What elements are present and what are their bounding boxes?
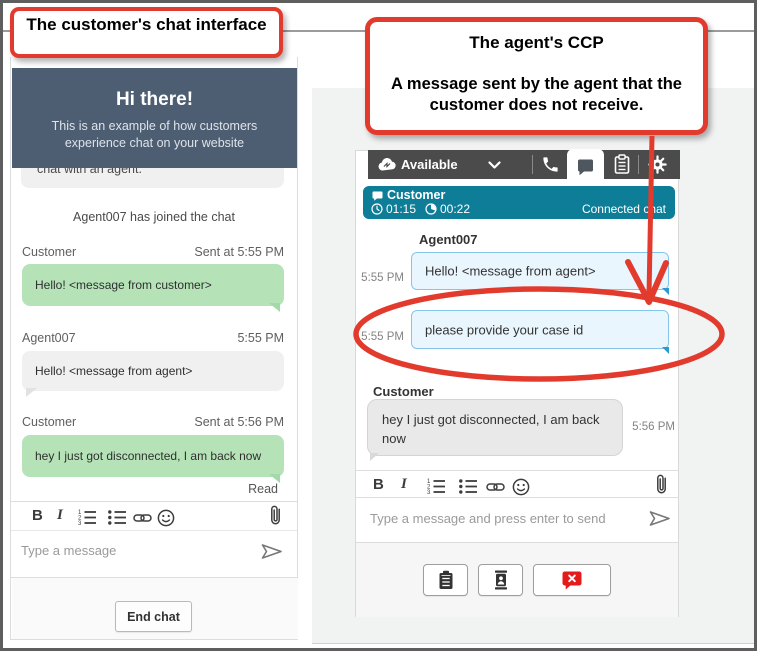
contact-card-icon bbox=[492, 570, 510, 590]
sender-label: Agent007 bbox=[22, 331, 76, 345]
screenshot-root: Hi there! This is an example of how cust… bbox=[0, 0, 757, 651]
annotation-text: The customer's chat interface bbox=[22, 14, 272, 35]
input-divider bbox=[11, 530, 297, 531]
tasks-tab-icon[interactable] bbox=[614, 154, 630, 174]
agent-status-label: Available bbox=[401, 157, 458, 172]
chat-bubble-icon bbox=[372, 191, 383, 201]
left-annotation-callout: The customer's chat interface bbox=[10, 7, 283, 58]
emoji-icon[interactable] bbox=[157, 509, 175, 527]
agent-ccp-panel: Available Customer 01:15 00:22 Connected… bbox=[355, 150, 679, 617]
end-chat-button[interactable] bbox=[533, 564, 611, 596]
sender-label: Customer bbox=[22, 415, 76, 429]
read-receipt: Read bbox=[22, 482, 278, 496]
scratchpad-button[interactable] bbox=[423, 564, 468, 596]
end-chat-icon bbox=[562, 571, 582, 590]
system-message: Agent007 has joined the chat bbox=[11, 210, 297, 224]
bullet-list-icon[interactable] bbox=[458, 478, 478, 495]
message-text: please provide your case id bbox=[425, 322, 583, 337]
annotation-body: A message sent by the agent that the cus… bbox=[386, 74, 688, 116]
contact-state-label: Connected chat bbox=[582, 202, 666, 216]
link-icon[interactable] bbox=[133, 513, 152, 523]
message-time: 5:55 PM bbox=[358, 272, 404, 284]
bold-button[interactable]: B bbox=[373, 476, 384, 493]
customer-message-bubble: Hello! <message from customer> bbox=[22, 264, 284, 306]
send-icon[interactable] bbox=[261, 544, 282, 559]
chat-tab-active[interactable] bbox=[567, 149, 604, 185]
clock-icon bbox=[371, 203, 383, 215]
contact-name: Customer bbox=[387, 188, 445, 202]
svg-text:3: 3 bbox=[78, 521, 82, 526]
total-timer: 01:15 bbox=[386, 202, 416, 216]
clipboard-icon bbox=[438, 570, 454, 590]
agent-message-bubble-undelivered: please provide your case id bbox=[411, 310, 669, 349]
link-icon[interactable] bbox=[486, 482, 505, 492]
message-meta-row: Customer Sent at 5:56 PM bbox=[22, 415, 284, 429]
customer-name-label: Customer bbox=[373, 384, 434, 399]
sent-time: Sent at 5:56 PM bbox=[194, 415, 284, 429]
bullet-list-icon[interactable] bbox=[107, 509, 127, 526]
svg-text:3: 3 bbox=[427, 490, 431, 495]
ordered-list-icon[interactable]: 123 bbox=[77, 509, 97, 526]
message-input-wrap bbox=[370, 503, 640, 533]
bold-button[interactable]: B bbox=[32, 507, 43, 524]
message-text: hey I just got disconnected, I am back n… bbox=[35, 449, 261, 463]
emoji-icon[interactable] bbox=[512, 478, 530, 496]
agent-message-bubble: Hello! <message from agent> bbox=[411, 252, 669, 290]
bubble-tail bbox=[269, 303, 280, 312]
connect-logo-icon bbox=[377, 157, 397, 172]
welcome-subtitle: This is an example of how customers expe… bbox=[34, 118, 275, 152]
attachment-icon[interactable] bbox=[655, 473, 668, 496]
customer-message-bubble: hey I just got disconnected, I am back n… bbox=[367, 399, 623, 456]
message-time: 5:55 PM bbox=[358, 331, 404, 343]
gear-icon[interactable] bbox=[648, 155, 667, 174]
right-bottom-line bbox=[312, 643, 754, 644]
state-timer: 00:22 bbox=[440, 202, 470, 216]
message-text: Hello! <message from customer> bbox=[35, 278, 212, 292]
annotation-title: The agent's CCP bbox=[370, 32, 703, 53]
input-divider bbox=[356, 497, 678, 498]
chat-bubble-icon bbox=[576, 158, 595, 176]
attachment-icon[interactable] bbox=[269, 504, 282, 527]
end-chat-button[interactable]: End chat bbox=[115, 601, 192, 632]
contact-banner[interactable]: Customer 01:15 00:22 Connected chat bbox=[363, 186, 675, 219]
topbar-divider bbox=[638, 155, 639, 174]
toolbar-divider bbox=[356, 470, 678, 471]
chevron-down-icon[interactable] bbox=[488, 161, 501, 169]
message-input-wrap bbox=[21, 536, 247, 564]
bubble-tail bbox=[662, 347, 669, 354]
message-input[interactable] bbox=[370, 503, 640, 533]
message-text: Hello! <message from agent> bbox=[425, 264, 596, 279]
bubble-tail bbox=[662, 288, 669, 295]
ccp-top-bar: Available bbox=[368, 150, 680, 179]
sent-time: Sent at 5:55 PM bbox=[194, 245, 284, 259]
sent-time: 5:55 PM bbox=[237, 331, 284, 345]
bubble-tail bbox=[370, 453, 379, 461]
message-meta-row: Agent007 5:55 PM bbox=[22, 331, 284, 345]
sender-label: Customer bbox=[22, 245, 76, 259]
ccp-footer bbox=[356, 542, 678, 617]
message-input[interactable] bbox=[21, 536, 247, 564]
customer-message-bubble: hey I just got disconnected, I am back n… bbox=[22, 435, 284, 477]
message-time: 5:56 PM bbox=[629, 421, 675, 433]
welcome-title: Hi there! bbox=[12, 89, 297, 111]
italic-button[interactable]: I bbox=[401, 476, 407, 493]
italic-button[interactable]: I bbox=[57, 507, 63, 524]
chat-welcome-header: Hi there! This is an example of how cust… bbox=[12, 68, 297, 168]
toolbar-divider bbox=[11, 501, 297, 502]
agent-name-label: Agent007 bbox=[419, 232, 478, 247]
phone-tab-icon[interactable] bbox=[541, 155, 560, 174]
message-text: Hello! <message from agent> bbox=[35, 364, 192, 378]
send-icon[interactable] bbox=[649, 511, 670, 526]
message-meta-row: Customer Sent at 5:55 PM bbox=[22, 245, 284, 259]
customer-chat-widget: Hi there! This is an example of how cust… bbox=[10, 57, 298, 640]
bubble-tail bbox=[26, 388, 37, 397]
message-text: hey I just got disconnected, I am back n… bbox=[382, 410, 612, 448]
ordered-list-icon[interactable]: 123 bbox=[426, 478, 446, 495]
state-timer-icon bbox=[425, 203, 437, 215]
right-annotation-callout: The agent's CCP A message sent by the ag… bbox=[365, 17, 708, 135]
agent-message-bubble: Hello! <message from agent> bbox=[22, 351, 284, 391]
quick-connects-button[interactable] bbox=[478, 564, 523, 596]
topbar-divider bbox=[532, 155, 533, 174]
